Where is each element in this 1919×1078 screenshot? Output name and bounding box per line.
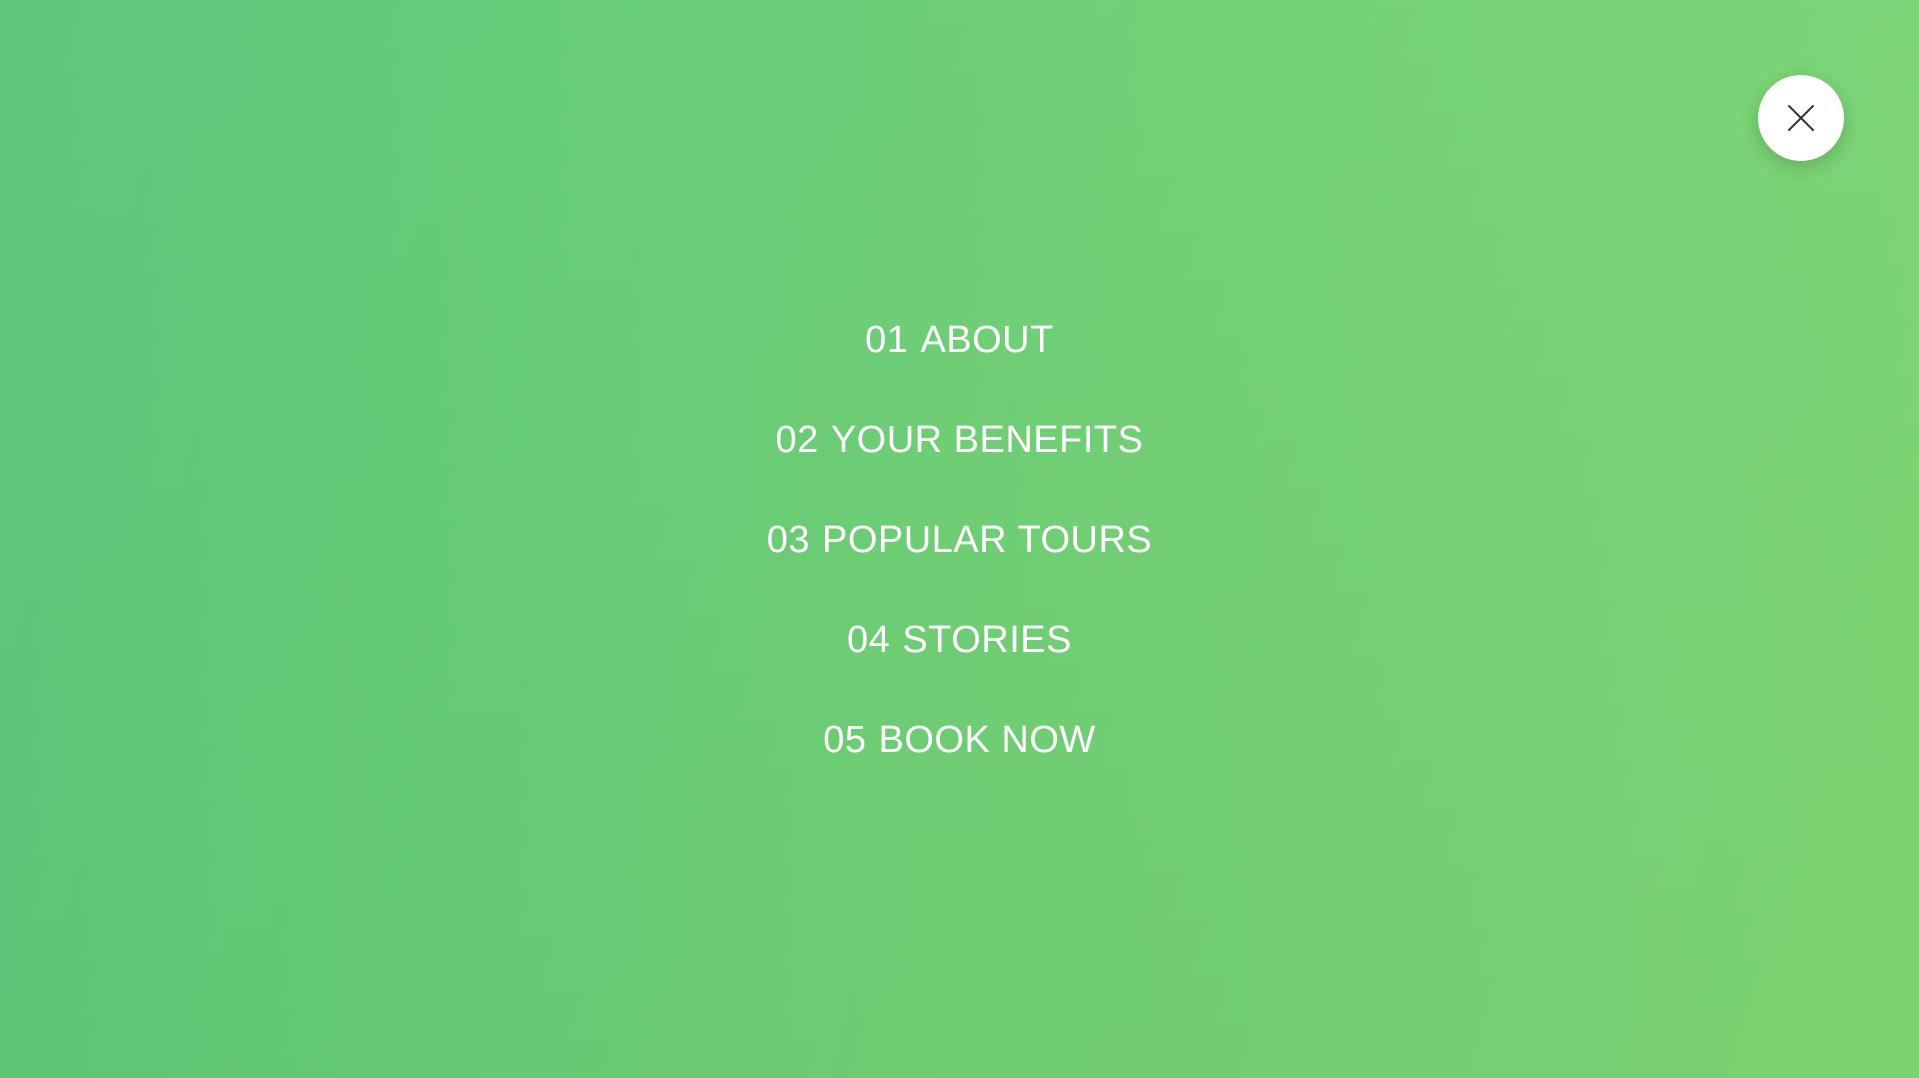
nav-item-number: 04 xyxy=(847,619,891,661)
nav-item-about: 01 ABOUT xyxy=(0,310,1919,410)
nav-link-book-now[interactable]: 05 BOOK NOW xyxy=(823,710,1096,770)
nav-item-label: BOOK NOW xyxy=(878,719,1096,761)
nav-link-about[interactable]: 01 ABOUT xyxy=(865,310,1054,370)
nav-item-popular-tours: 03 POPULAR TOURS xyxy=(0,510,1919,610)
nav-item-label: ABOUT xyxy=(920,319,1054,361)
nav-item-label: STORIES xyxy=(902,619,1072,661)
close-icon xyxy=(1788,105,1814,131)
nav-item-number: 05 xyxy=(823,719,867,761)
nav-link-your-benefits[interactable]: 02 YOUR BENEFITS xyxy=(776,410,1144,470)
nav-item-stories: 04 STORIES xyxy=(0,610,1919,710)
nav-item-number: 02 xyxy=(775,419,819,461)
nav-item-label: YOUR BENEFITS xyxy=(830,419,1144,461)
nav-item-number: 01 xyxy=(865,319,909,361)
nav-item-number: 03 xyxy=(766,519,810,561)
nav-item-book-now: 05 BOOK NOW xyxy=(0,710,1919,810)
nav-item-your-benefits: 02 YOUR BENEFITS xyxy=(0,410,1919,510)
navigation-menu: 01 ABOUT 02 YOUR BENEFITS 03 POPULAR TOURS … xyxy=(0,310,1919,810)
close-menu-button[interactable] xyxy=(1758,75,1844,161)
nav-link-stories[interactable]: 04 STORIES xyxy=(847,610,1072,670)
nav-item-label: POPULAR TOURS xyxy=(821,519,1153,561)
nav-link-popular-tours[interactable]: 03 POPULAR TOURS xyxy=(767,510,1153,570)
